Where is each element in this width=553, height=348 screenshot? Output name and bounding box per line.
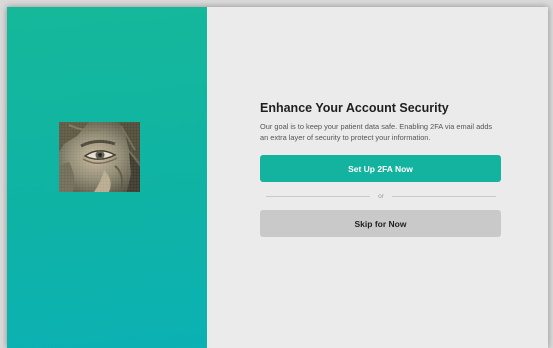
page-title: Enhance Your Account Security	[260, 101, 449, 115]
security-prompt-card: Enhance Your Account Security Our goal i…	[260, 101, 502, 237]
divider-line-left	[266, 196, 371, 197]
divider-line-right	[391, 196, 496, 197]
or-divider: or	[260, 193, 502, 200]
content-panel: Enhance Your Account Security Our goal i…	[207, 7, 548, 348]
setup-2fa-button[interactable]: Set Up 2FA Now	[260, 155, 501, 182]
divider-label: or	[378, 193, 384, 200]
description-text: Our goal is to keep your patient data sa…	[260, 122, 493, 142]
skip-button[interactable]: Skip for Now	[260, 210, 501, 237]
brand-panel	[7, 7, 207, 348]
app-window: Enhance Your Account Security Our goal i…	[7, 7, 548, 348]
mosaic-eye-image	[59, 122, 140, 192]
